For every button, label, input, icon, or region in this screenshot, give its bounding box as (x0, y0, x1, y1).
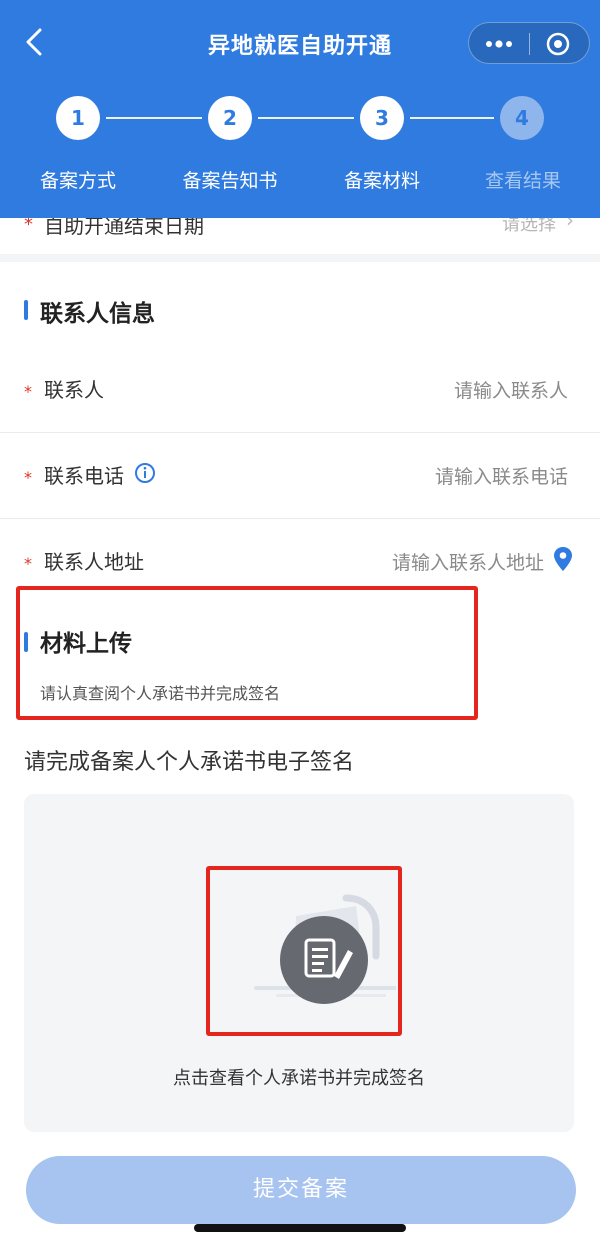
progress-steps: 1 2 3 4 备案方式 备案告知书 备案材料 查看结果 (0, 92, 600, 212)
step-2-label: 备案告知书 (182, 170, 278, 192)
contact-section-title: 联系人信息 (40, 301, 155, 327)
section-accent-bar (24, 300, 28, 320)
end-date-label: 自助开通结束日期 (44, 218, 204, 238)
contact-address-label: 联系人地址 (44, 550, 144, 574)
contact-name-label: 联系人 (44, 378, 104, 402)
contact-phone-label: 联系电话 (44, 464, 124, 488)
contact-phone-input[interactable]: 请输入联系电话 (435, 462, 568, 489)
highlight-box-sign (206, 866, 402, 1036)
signature-action-text[interactable]: 点击查看个人承诺书并完成签名 (24, 1064, 574, 1090)
required-mark: * (24, 468, 32, 487)
required-mark: * (24, 382, 32, 401)
end-date-row[interactable]: * 自助开通结束日期 请选择 › (0, 218, 600, 254)
info-icon[interactable] (134, 462, 156, 484)
step-4-circle: 4 (500, 96, 544, 140)
location-pin-icon[interactable] (552, 546, 574, 572)
step-connector (410, 117, 494, 119)
step-connector (106, 117, 202, 119)
contact-name-input[interactable]: 请输入联系人 (454, 376, 568, 403)
step-1-label: 备案方式 (39, 170, 116, 192)
step-connector (258, 117, 354, 119)
contact-name-row[interactable]: * 联系人 请输入联系人 (0, 346, 600, 433)
mini-program-capsule (468, 22, 590, 64)
submit-button[interactable]: 提交备案 (26, 1156, 576, 1224)
step-4-label: 查看结果 (484, 170, 561, 192)
section-gap (0, 254, 600, 262)
contact-phone-row[interactable]: * 联系电话 请输入联系电话 (0, 432, 600, 519)
highlight-box-upload (16, 586, 478, 720)
home-indicator (194, 1224, 406, 1232)
close-mini-program-icon[interactable] (545, 31, 571, 57)
more-options-icon[interactable] (483, 31, 515, 57)
capsule-divider (529, 33, 530, 55)
end-date-placeholder: 请选择 (502, 218, 556, 235)
chevron-right-icon: › (566, 218, 574, 232)
step-3-circle: 3 (360, 96, 404, 140)
contact-address-input[interactable]: 请输入联系人地址 (392, 548, 544, 575)
required-mark: * (24, 218, 33, 235)
required-mark: * (24, 554, 32, 573)
step-1-circle: 1 (56, 96, 100, 140)
top-navigation-bar: 异地就医自助开通 1 2 3 4 备案方式 备案告知书 备案材料 查看结果 (0, 0, 600, 218)
step-2-circle: 2 (208, 96, 252, 140)
signature-title: 请完成备案人个人承诺书电子签名 (24, 750, 355, 775)
step-3-label: 备案材料 (343, 170, 420, 192)
